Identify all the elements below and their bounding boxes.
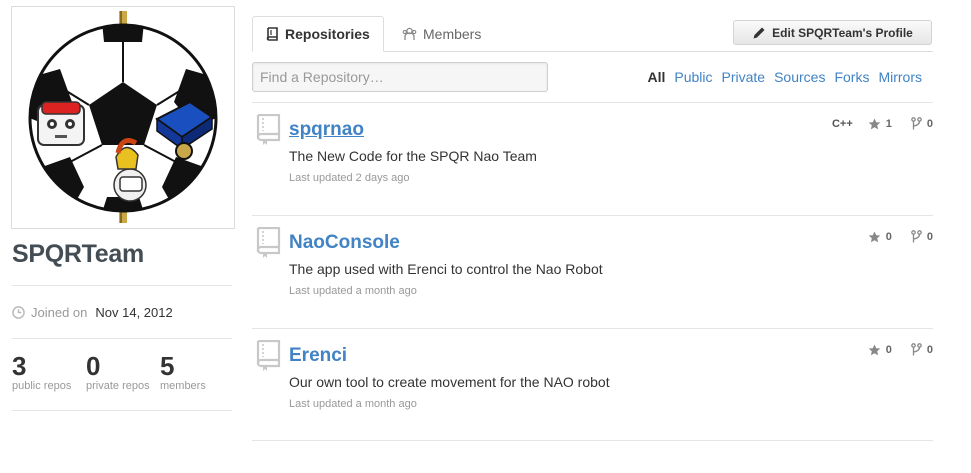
filter-public[interactable]: Public xyxy=(674,69,712,85)
repo-stats: C++ 1 0 xyxy=(832,117,933,131)
fork-icon xyxy=(911,230,922,243)
divider xyxy=(12,410,232,411)
repo-item: NaoConsole The app used with Erenci to c… xyxy=(252,215,933,328)
repo-updated: Last updated 2 days ago xyxy=(289,172,410,184)
tab-label: Repositories xyxy=(285,26,370,42)
repo-book-icon xyxy=(256,227,281,258)
repo-description: The app used with Erenci to control the … xyxy=(289,261,603,277)
stat-value: 3 xyxy=(12,351,27,381)
divider xyxy=(12,285,232,286)
fork-icon xyxy=(911,117,922,130)
star-count: 0 xyxy=(885,344,892,356)
tab-repositories[interactable]: Repositories xyxy=(252,16,384,52)
stat-label: private repos xyxy=(86,380,150,392)
repo-list: spqrnao The New Code for the SPQR Nao Te… xyxy=(252,102,933,441)
avatar xyxy=(11,6,235,229)
star-count: 0 xyxy=(885,231,892,243)
stat-value: 5 xyxy=(160,351,175,381)
pencil-icon xyxy=(753,27,765,38)
filter-forks[interactable]: Forks xyxy=(834,69,869,85)
stat-private-repos[interactable]: 0 private repos xyxy=(86,352,150,392)
repo-stats: 0 0 xyxy=(868,230,933,244)
stat-members[interactable]: 5 members xyxy=(160,352,206,392)
nao-robot-icon xyxy=(37,101,85,146)
soccer-ball-logo xyxy=(28,11,218,223)
repo-item: Erenci Our own tool to create movement f… xyxy=(252,328,933,441)
repo-name-link[interactable]: NaoConsole xyxy=(289,232,400,254)
fork-count: 0 xyxy=(926,231,933,243)
star-icon xyxy=(868,118,881,130)
stat-label: public repos xyxy=(12,380,72,392)
joined-date: Joined on Nov 14, 2012 xyxy=(12,305,173,320)
repo-description: The New Code for the SPQR Nao Team xyxy=(289,148,537,164)
repo-book-icon xyxy=(256,340,281,371)
clock-icon xyxy=(12,306,25,319)
repo-book-icon xyxy=(256,114,281,145)
stat-public-repos[interactable]: 3 public repos xyxy=(12,352,71,392)
stat-label: members xyxy=(160,380,206,392)
repo-stargazers[interactable]: 0 xyxy=(868,231,892,243)
joined-date-value: Nov 14, 2012 xyxy=(95,305,173,320)
repo-name-link[interactable]: Erenci xyxy=(289,345,347,367)
fork-count: 0 xyxy=(926,118,933,130)
filter-all[interactable]: All xyxy=(647,69,665,85)
stat-value: 0 xyxy=(86,351,101,381)
repo-stargazers[interactable]: 1 xyxy=(868,118,892,130)
repo-forks[interactable]: 0 xyxy=(911,117,933,131)
filter-private[interactable]: Private xyxy=(722,69,766,85)
repo-updated: Last updated a month ago xyxy=(289,285,417,297)
star-icon xyxy=(868,344,881,356)
repo-stats: 0 0 xyxy=(868,343,933,357)
repo-forks[interactable]: 0 xyxy=(911,343,933,357)
filter-mirrors[interactable]: Mirrors xyxy=(878,69,922,85)
star-count: 1 xyxy=(885,118,892,130)
repo-forks[interactable]: 0 xyxy=(911,230,933,244)
members-icon xyxy=(402,27,417,40)
edit-profile-label: Edit SPQRTeam's Profile xyxy=(772,25,913,40)
joined-label: Joined on xyxy=(31,305,88,320)
repo-language: C++ xyxy=(831,118,853,130)
repo-type-filters: All Public Private Sources Forks Mirrors xyxy=(647,69,922,85)
repo-item: spqrnao The New Code for the SPQR Nao Te… xyxy=(252,102,933,215)
repo-updated: Last updated a month ago xyxy=(289,398,417,410)
filter-sources[interactable]: Sources xyxy=(774,69,825,85)
repo-stargazers[interactable]: 0 xyxy=(868,344,892,356)
fork-icon xyxy=(911,343,922,356)
divider xyxy=(12,338,232,339)
tab-members[interactable]: Members xyxy=(392,16,481,52)
star-icon xyxy=(868,231,881,243)
book-icon xyxy=(266,26,278,41)
fork-count: 0 xyxy=(926,344,933,356)
org-name: SPQRTeam xyxy=(12,240,144,268)
edit-profile-button[interactable]: Edit SPQRTeam's Profile xyxy=(733,20,932,45)
repo-name-link[interactable]: spqrnao xyxy=(289,119,364,141)
find-repository-input[interactable] xyxy=(252,62,548,92)
tab-label: Members xyxy=(423,26,482,42)
repo-description: Our own tool to create movement for the … xyxy=(289,374,610,390)
